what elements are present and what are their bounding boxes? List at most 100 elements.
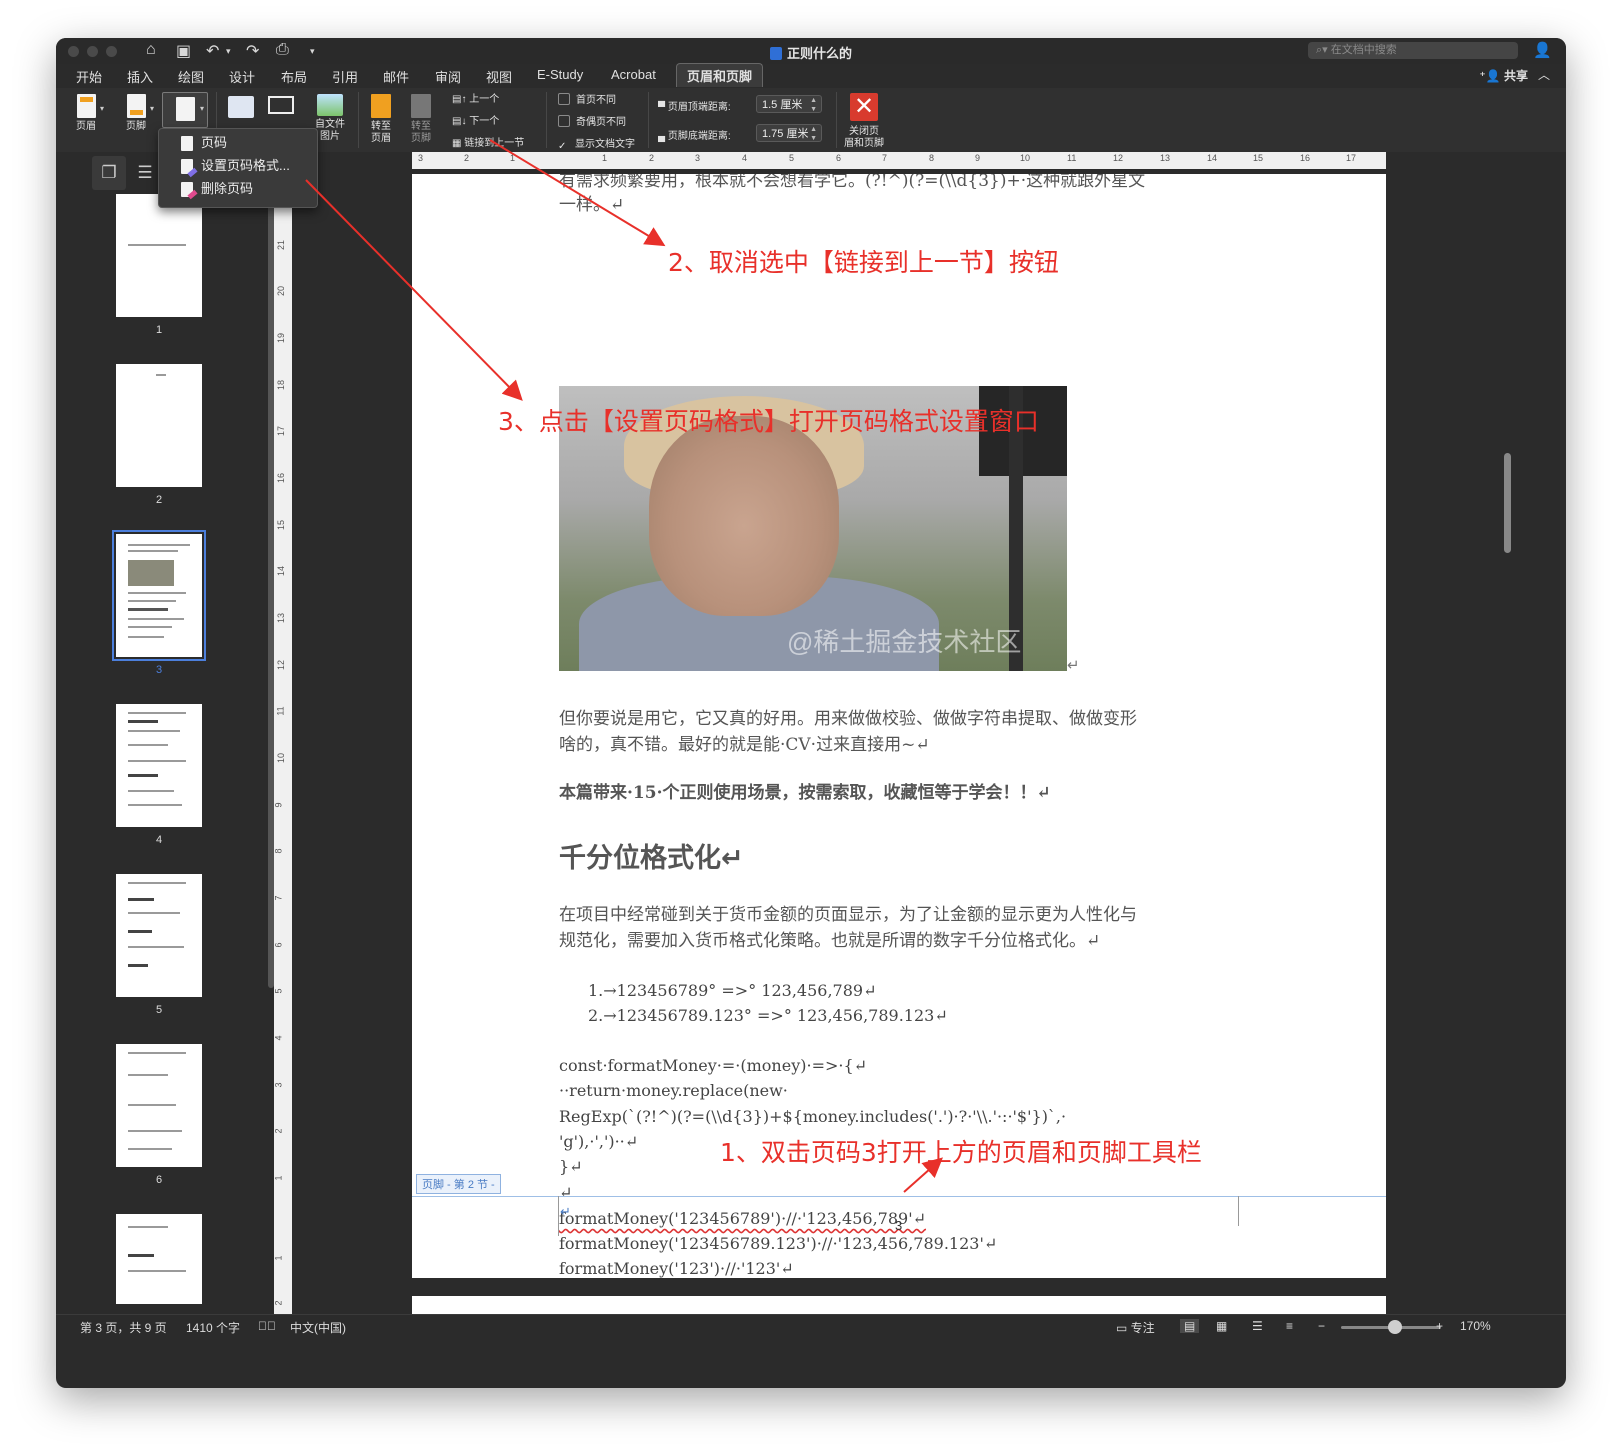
tab-draw[interactable]: 绘图 [178,67,204,86]
header-dropdown-icon[interactable]: ▾ [100,104,104,113]
close-header-footer-icon[interactable]: ✕ [850,93,878,121]
zoom-in-icon[interactable]: + [1436,1319,1443,1333]
document-scrollbar[interactable] [1504,453,1511,553]
header-button[interactable]: 页眉 [68,94,104,133]
goto-header-button[interactable]: 转至 页眉 [366,94,396,145]
spin-arrows-icon[interactable]: ▲ ▼ [810,96,817,114]
tab-mailings[interactable]: 邮件 [383,67,409,86]
document-info-button[interactable] [266,96,296,117]
ruler-label: 13 [1160,153,1171,163]
focus-icon: ▭ [1116,1321,1131,1335]
tab-home[interactable]: 开始 [76,67,102,86]
goto-footer-button[interactable]: 转至 页脚 [406,94,436,145]
next-document-page[interactable] [412,1296,1386,1314]
date-time-button[interactable] [226,96,256,121]
document-title-text: 正则什么的 [786,46,852,61]
zoom-slider-knob[interactable] [1388,1320,1402,1334]
page-thumbnail[interactable] [116,364,202,487]
share-button[interactable]: ⁺👤 共享 [1479,67,1528,84]
proofing-icon[interactable]: ▯⃞ [258,1319,276,1333]
next-button[interactable]: ▤↓ 下一个 [452,112,499,127]
draft-view-icon[interactable]: ≡ [1286,1319,1293,1333]
tab-layout[interactable]: 布局 [281,67,307,86]
tab-acrobat[interactable]: Acrobat [611,67,656,82]
code-line: RegExp(`(?!^)(?=(\\d{3})+${money.include… [559,1107,1067,1126]
page-thumbnail[interactable] [116,874,202,997]
thumbnail-text-line [156,374,166,376]
web-layout-icon[interactable]: ▦ [1216,1319,1227,1333]
footer-bottom-distance-input[interactable]: 1.75 厘米 ▲ ▼ [756,124,822,142]
zoom-out-icon[interactable]: − [1318,1319,1325,1333]
page-thumbnail[interactable] [116,1044,202,1167]
ruler-label: 2 [464,153,470,163]
account-icon[interactable]: 👤 [1533,41,1552,59]
different-first-page-checkbox[interactable]: 首页不同 [558,91,616,106]
tab-estudy[interactable]: E-Study [537,67,583,82]
page-count[interactable]: 第 3 页，共 9 页 [80,1319,167,1336]
code-line: ↵ [559,1183,573,1202]
vertical-ruler[interactable]: 21 20 19 18 17 16 15 14 13 12 11 10 9 8 … [274,168,292,1314]
footer-distance-icon: ▄ [658,131,668,142]
page-thumbnail[interactable] [116,194,202,317]
tab-references[interactable]: 引用 [332,67,358,86]
page-thumbnails: 1 2 3 4 5 6 [56,194,266,1304]
close-header-footer-button[interactable]: 关闭页 眉和页脚 [840,126,888,150]
previous-icon: ▤↑ [452,94,470,105]
tab-header-footer[interactable]: 页眉和页脚 [676,63,764,87]
ruler-label: 15 [276,519,287,531]
show-document-text-checkbox[interactable]: ✓ 显示文档文字 [558,135,635,152]
close-header-footer-label-2: 眉和页脚 [844,138,884,149]
search-placeholder: 在文档中搜索 [1330,44,1397,56]
header-label: 页眉 [76,121,96,132]
footer-button[interactable]: 页脚 [118,94,154,133]
page-thumbnail-selected[interactable] [112,530,206,661]
word-count[interactable]: 1410 个字 [186,1319,240,1336]
spin-arrows-icon[interactable]: ▲ ▼ [810,125,817,143]
collapse-ribbon-icon[interactable]: ︿ [1538,66,1550,83]
search-input[interactable]: ⌕▾ 在文档中搜索 [1308,42,1518,59]
list-item: 1.→123456789° =>° 123,456,789↵ [588,981,877,1000]
tab-insert[interactable]: 插入 [127,67,153,86]
document-page[interactable]: 有需求频繁要用，根本就不会想看学它。(?!^)(?=(\\d{3})+·这种就跟… [412,174,1386,1278]
picture-label: 图片 [320,131,340,142]
different-odd-even-checkbox[interactable]: 奇偶页不同 [558,113,626,128]
thumbnails-tab-icon[interactable]: ❐ [92,156,126,190]
page-thumbnail-number: 4 [155,834,163,846]
outline-view-icon[interactable]: ☰ [1252,1319,1263,1333]
thumbnail-text-line [128,790,174,792]
code-line: formatMoney('123456789')·//·'123,456,789… [559,1209,927,1228]
ruler-label: 4 [742,153,748,163]
tab-design[interactable]: 设计 [229,67,255,86]
menu-item-label: 删除页码 [201,181,254,196]
menu-item-remove-page-numbers[interactable]: 删除页码 [159,178,317,200]
page-thumbnail[interactable] [116,1214,202,1304]
ruler-label: 1 [510,153,516,163]
ruler-label: 1 [273,1255,284,1261]
outline-tab-icon[interactable]: ☰ [128,156,162,190]
search-icon: ⌕▾ [1316,44,1331,56]
page-thumbnail-number: 5 [155,1004,163,1016]
annotation-step-2: 2、取消选中【链接到上一节】按钮 [668,248,1059,277]
menu-item-page-number[interactable]: 页码 [159,132,317,154]
page-thumbnail[interactable] [116,704,202,827]
zoom-level[interactable]: 170% [1460,1319,1491,1333]
footer-dropdown-icon[interactable]: ▾ [150,104,154,113]
print-layout-icon[interactable]: ▤ [1180,1319,1200,1333]
tab-view[interactable]: 视图 [486,67,512,86]
link-to-previous-button[interactable]: ▦ 链接到上一节 [452,134,524,149]
language-indicator[interactable]: 中文(中国) [290,1319,346,1336]
ruler-label: 21 [276,239,287,251]
ruler-label: 10 [276,752,287,764]
horizontal-ruler[interactable]: 3 2 1 1 2 3 4 5 6 7 8 9 10 11 12 13 14 1… [412,152,1386,169]
thumbnail-text-line [128,898,154,901]
header-top-distance-input[interactable]: 1.5 厘米 ▲ ▼ [756,95,822,113]
focus-label: 专注 [1130,1321,1155,1335]
page-number-dropdown-icon[interactable]: ▾ [200,104,204,113]
ruler-label: 2 [273,1300,284,1306]
menu-item-format-page-numbers[interactable]: 设置页码格式... [159,155,317,177]
focus-mode-button[interactable]: ▭ 专注 [1116,1319,1155,1336]
tab-review[interactable]: 审阅 [435,67,461,86]
header-top-distance: ▀ 页眉顶端距离: [658,98,731,113]
previous-button[interactable]: ▤↑ 上一个 [452,90,499,105]
thumbnail-text-line [128,912,180,914]
